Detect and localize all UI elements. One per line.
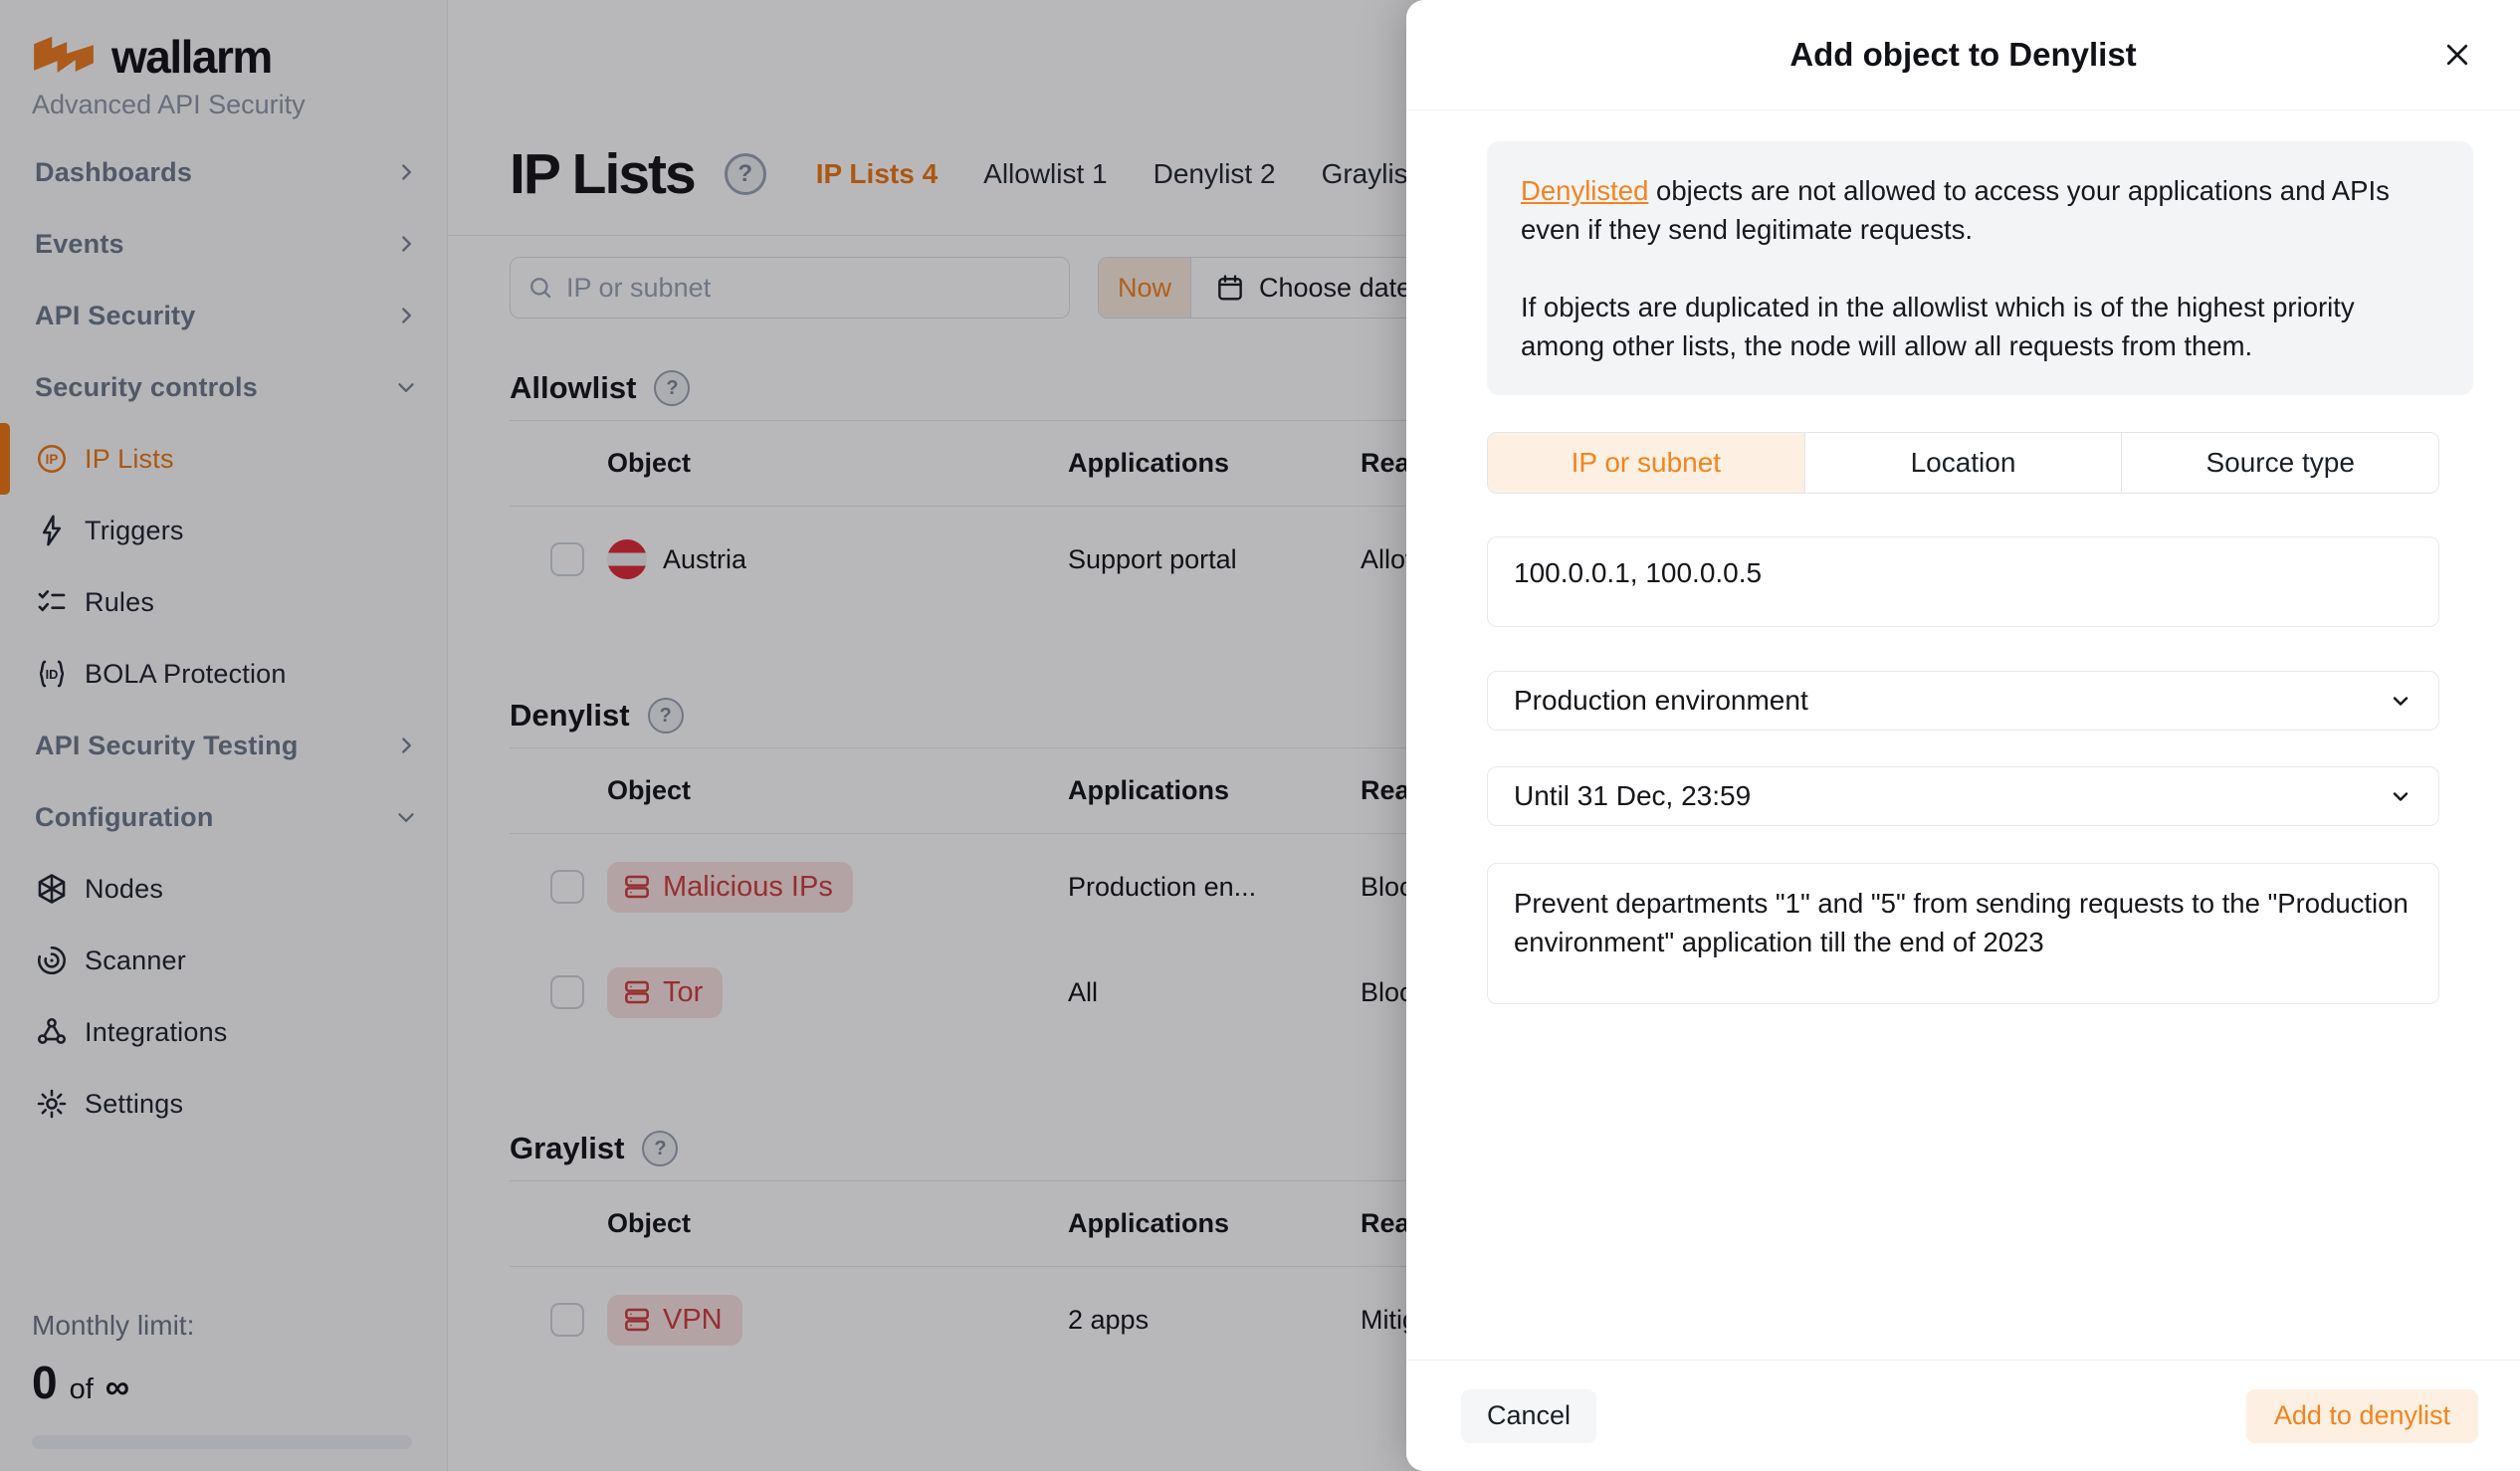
ip-or-subnet-input[interactable]: 100.0.0.1, 100.0.0.5: [1487, 536, 2439, 627]
expiry-select[interactable]: Until 31 Dec, 23:59: [1487, 766, 2439, 826]
reason-textarea[interactable]: Prevent departments "1" and "5" from sen…: [1487, 863, 2439, 1004]
chevron-down-icon: [2389, 784, 2413, 808]
expiry-select-value: Until 31 Dec, 23:59: [1514, 780, 1751, 812]
app-root: wallarm Advanced API Security Dashboards…: [0, 0, 2520, 1471]
add-to-denylist-button[interactable]: Add to denylist: [2246, 1389, 2478, 1443]
modal-tab-source-type[interactable]: Source type: [2121, 433, 2438, 493]
add-to-denylist-modal: Add object to Denylist Denylisted object…: [1406, 0, 2520, 1471]
chevron-down-icon: [2389, 689, 2413, 713]
application-select-value: Production environment: [1514, 685, 1808, 717]
cancel-button[interactable]: Cancel: [1461, 1389, 1596, 1443]
modal-title: Add object to Denylist: [1789, 36, 2136, 74]
denylist-info-box: Denylisted objects are not allowed to ac…: [1487, 141, 2473, 395]
info-text: objects are not allowed to access your a…: [1521, 175, 2390, 245]
modal-footer: Cancel Add to denylist: [1406, 1360, 2520, 1471]
modal-tab-location[interactable]: Location: [1804, 433, 2122, 493]
info-note: If objects are duplicated in the allowli…: [1521, 288, 2439, 365]
denylisted-link[interactable]: Denylisted: [1521, 175, 1648, 206]
application-select[interactable]: Production environment: [1487, 671, 2439, 731]
modal-header: Add object to Denylist: [1406, 0, 2520, 110]
close-icon[interactable]: [2438, 36, 2476, 74]
modal-tab-ip-or-subnet[interactable]: IP or subnet: [1488, 433, 1804, 493]
info-paragraph: Denylisted objects are not allowed to ac…: [1521, 171, 2439, 249]
object-type-tabs: IP or subnetLocationSource type: [1487, 432, 2439, 494]
